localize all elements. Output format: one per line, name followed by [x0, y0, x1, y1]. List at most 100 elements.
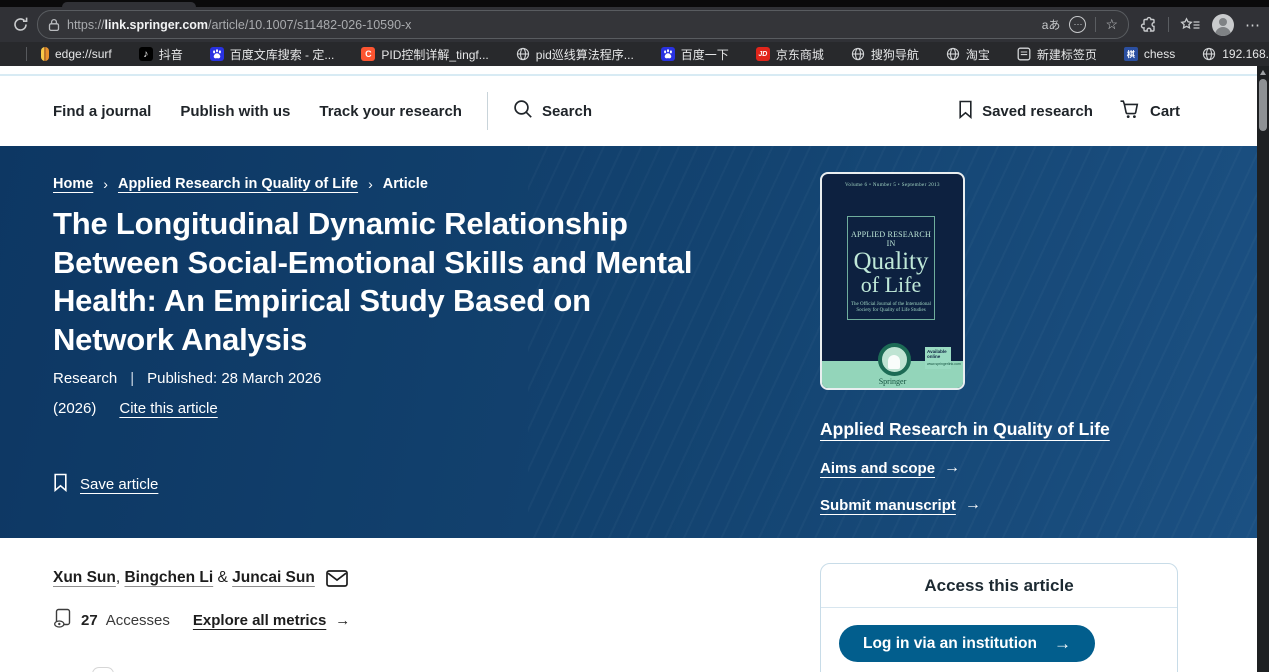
breadcrumb-journal[interactable]: Applied Research in Quality of Life — [118, 176, 358, 192]
url-text[interactable]: https://link.springer.com/article/10.100… — [67, 18, 1035, 32]
author-link[interactable]: Bingchen Li — [124, 569, 213, 587]
submit-manuscript[interactable]: Submit manuscript → — [820, 496, 1180, 514]
csdn-icon: C — [361, 47, 375, 61]
cover-title-frame: APPLIED RESEARCH IN Quality of Life The … — [847, 216, 935, 320]
search-button[interactable]: Search — [513, 99, 592, 123]
bookmark-label: 抖音 — [159, 46, 183, 63]
header-nav: Find a journal Publish with us Track you… — [53, 103, 462, 120]
explore-all-metrics[interactable]: Explore all metrics → — [193, 612, 350, 629]
header-right: Saved research Cart — [958, 99, 1180, 123]
saved-research-button[interactable]: Saved research — [958, 100, 1093, 123]
globe-icon — [516, 47, 530, 61]
login-via-institution-button[interactable]: Log in via an institution → — [839, 625, 1095, 662]
page-scrollbar[interactable] — [1257, 66, 1269, 672]
scrollbar-up-arrow[interactable] — [1260, 70, 1266, 75]
bookmark-item-csdn[interactable]: C PID控制详解_tingf... — [361, 46, 488, 63]
aims-and-scope[interactable]: Aims and scope → — [820, 459, 1180, 477]
submit-manuscript-link[interactable]: Submit manuscript — [820, 497, 956, 514]
society-logo — [878, 343, 911, 376]
cover-subtitle-line: Society for Quality of Life Studies — [848, 308, 934, 314]
divider: | — [130, 370, 134, 387]
cart-button[interactable]: Cart — [1119, 99, 1180, 123]
explore-all-metrics-link[interactable]: Explore all metrics — [193, 612, 326, 629]
journal-title-link[interactable]: Applied Research in Quality of Life — [820, 419, 1110, 440]
accesses-label: Accesses — [106, 612, 170, 629]
baidu-icon — [661, 47, 675, 61]
access-card-body: Log in via an institution → — [821, 608, 1177, 672]
search-icon — [513, 99, 533, 123]
reload-icon[interactable] — [12, 16, 29, 33]
bookmark-icon — [53, 473, 68, 496]
bookmark-item-taobao[interactable]: 淘宝 — [946, 46, 990, 63]
url-path: /article/10.1007/s11482-026-10590-x — [208, 18, 411, 32]
bookmark-item-baidu-wenku[interactable]: 百度文库搜索 - 定... — [210, 46, 335, 63]
chess-icon: 棋 — [1124, 47, 1138, 61]
article-year: (2026) — [53, 400, 96, 417]
bookmark-item-ip[interactable]: 192.168.9.62 — [1202, 47, 1269, 61]
email-author-icon[interactable] — [326, 570, 348, 587]
author-link[interactable]: Xun Sun — [53, 569, 116, 587]
douyin-icon: ♪ — [139, 47, 153, 61]
address-bar-actions: aあ ⋯ ☆ — [1042, 16, 1118, 33]
article-type: Research — [53, 370, 117, 387]
breadcrumb-article: Article — [383, 176, 428, 192]
webpage: Find a journal Publish with us Track you… — [0, 66, 1257, 672]
globe-icon — [946, 47, 960, 61]
bookmark-label: pid巡线算法程序... — [536, 46, 634, 63]
arrow-right-icon: → — [335, 612, 350, 629]
breadcrumb-home[interactable]: Home — [53, 176, 93, 192]
nav-track-your-research[interactable]: Track your research — [319, 103, 462, 120]
cite-this-article-link[interactable]: Cite this article — [119, 400, 217, 417]
divider — [1095, 17, 1096, 32]
journal-panel: Volume 6 • Number 5 • September 2013 APP… — [820, 172, 1180, 514]
springer-logo: Springer — [822, 377, 963, 386]
more-tools-circle-icon[interactable]: ⋯ — [1069, 16, 1086, 33]
nav-find-a-journal[interactable]: Find a journal — [53, 103, 151, 120]
scrollbar-thumb[interactable] — [1259, 79, 1267, 131]
access-this-article-card: Access this article Log in via an instit… — [820, 563, 1178, 672]
cart-label: Cart — [1150, 103, 1180, 120]
cover-kicker: APPLIED RESEARCH IN — [848, 230, 934, 248]
favorite-star-icon[interactable]: ☆ — [1105, 16, 1118, 33]
jd-icon: JD — [756, 47, 770, 61]
bookmark-item-jd[interactable]: JD 京东商城 — [756, 46, 824, 63]
bookmark-item-surf[interactable]: edge://surf — [41, 47, 112, 61]
bookmark-item-baidu[interactable]: 百度一下 — [661, 46, 729, 63]
bookmark-item-chess[interactable]: 棋 chess — [1124, 47, 1175, 61]
bookmark-label: edge://surf — [55, 47, 112, 61]
aims-and-scope-link[interactable]: Aims and scope — [820, 460, 935, 477]
journal-cover-image[interactable]: Volume 6 • Number 5 • September 2013 APP… — [820, 172, 965, 390]
divider — [487, 92, 488, 130]
settings-menu-icon[interactable]: ⋯ — [1245, 16, 1261, 34]
browser-toolbar: https://link.springer.com/article/10.100… — [0, 7, 1269, 42]
translate-icon[interactable]: aあ — [1042, 16, 1061, 33]
bookmark-item-newtab[interactable]: 新建标签页 — [1017, 46, 1097, 63]
available-online-box: Available online www.springerlink.com — [925, 347, 951, 369]
profile-avatar[interactable] — [1212, 14, 1234, 36]
springer-site-header: Find a journal Publish with us Track you… — [0, 76, 1257, 146]
access-card-title: Access this article — [821, 564, 1177, 608]
lock-icon[interactable] — [48, 18, 60, 32]
bookmark-label: 192.168.9.62 — [1222, 47, 1269, 61]
bookmark-item-sogou[interactable]: 搜狗导航 — [851, 46, 919, 63]
bookmark-item-pid[interactable]: pid巡线算法程序... — [516, 46, 634, 63]
article-hero: Home › Applied Research in Quality of Li… — [0, 146, 1257, 538]
bookmark-icon — [958, 100, 973, 123]
baidu-wenku-icon — [210, 47, 224, 61]
bookmark-item-douyin[interactable]: ♪ 抖音 — [139, 46, 183, 63]
cart-icon — [1119, 99, 1141, 123]
address-bar[interactable]: https://link.springer.com/article/10.100… — [37, 10, 1129, 39]
save-article-label[interactable]: Save article — [80, 476, 158, 493]
nav-publish-with-us[interactable]: Publish with us — [180, 103, 290, 120]
bookmark-label: 百度文库搜索 - 定... — [230, 46, 335, 63]
extensions-icon[interactable] — [1139, 16, 1157, 34]
cover-title-top: Quality — [848, 250, 934, 274]
page-top-strip — [0, 66, 1257, 74]
chevron-right-icon: › — [103, 176, 108, 192]
cover-volume-line: Volume 6 • Number 5 • September 2013 — [822, 183, 963, 188]
edge-browser-window: https://link.springer.com/article/10.100… — [0, 0, 1269, 672]
bookmark-label: chess — [1144, 47, 1175, 61]
favorites-bar-icon[interactable] — [1180, 17, 1201, 33]
author-link[interactable]: Juncai Sun — [232, 569, 315, 587]
accesses-count: 27 — [81, 612, 98, 629]
